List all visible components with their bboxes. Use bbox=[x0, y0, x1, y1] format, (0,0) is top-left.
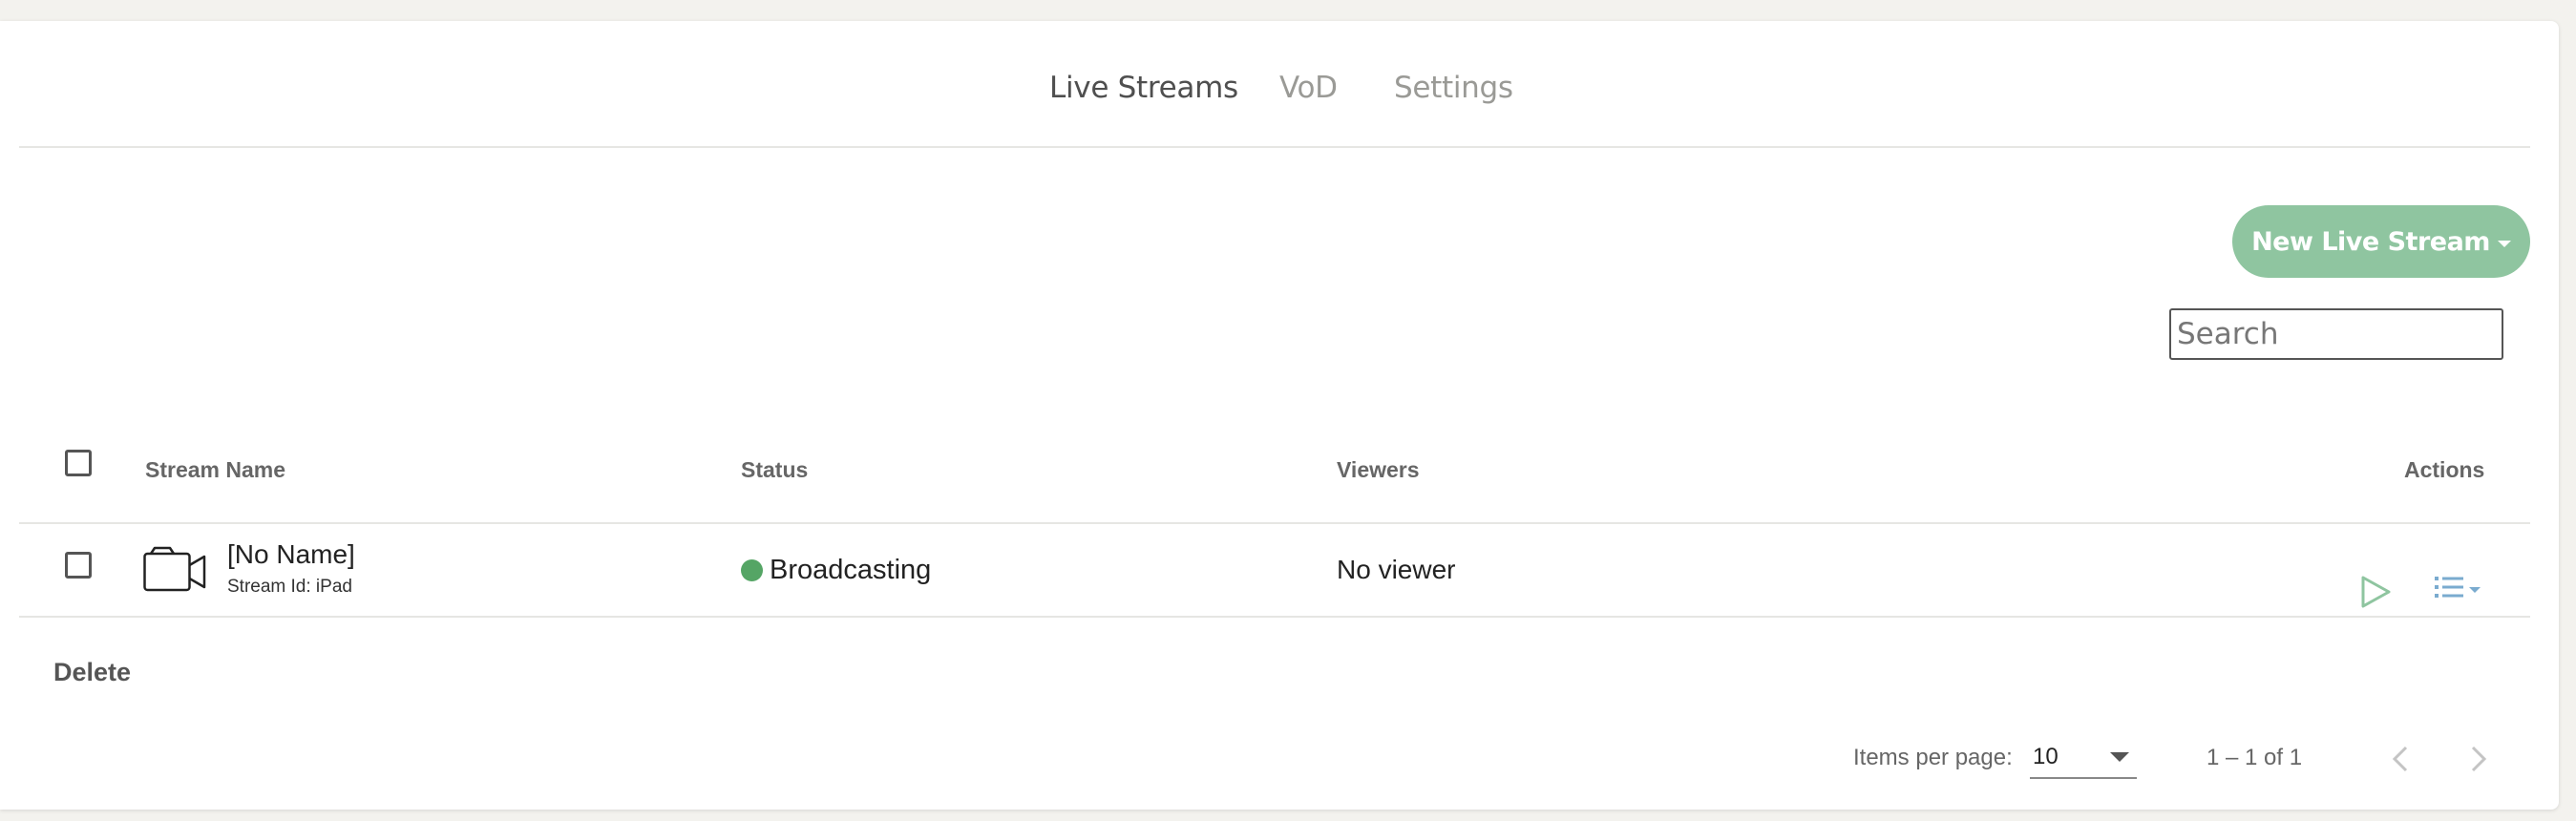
stream-name: [No Name] bbox=[227, 539, 355, 569]
select-all-checkbox[interactable] bbox=[65, 450, 92, 476]
new-live-stream-label: New Live Stream bbox=[2251, 226, 2490, 257]
viewers-count: No viewer bbox=[1337, 555, 1456, 584]
live-streams-card: Live Streams VoD Settings New Live Strea… bbox=[0, 21, 2559, 810]
tab-settings[interactable]: Settings bbox=[1394, 71, 1513, 105]
tab-live-streams[interactable]: Live Streams bbox=[1049, 71, 1238, 105]
column-header-stream-name: Stream Name bbox=[145, 457, 286, 482]
tabs-divider bbox=[19, 146, 2530, 148]
top-tabs: Live Streams VoD Settings bbox=[0, 21, 2559, 145]
chevron-right-icon[interactable] bbox=[2463, 740, 2492, 778]
items-per-page-label: Items per page: bbox=[1853, 745, 2013, 770]
items-per-page-select[interactable]: 10 bbox=[2030, 735, 2137, 779]
column-header-actions: Actions bbox=[2404, 457, 2485, 482]
pagination-range: 1 – 1 of 1 bbox=[2206, 745, 2303, 770]
video-camera-icon bbox=[143, 546, 206, 592]
items-per-page-value: 10 bbox=[2033, 744, 2059, 769]
caret-down-icon bbox=[2497, 240, 2511, 247]
chevron-left-icon[interactable] bbox=[2387, 740, 2416, 778]
status-indicator-icon bbox=[741, 559, 763, 581]
column-header-viewers: Viewers bbox=[1337, 457, 1420, 482]
new-live-stream-button[interactable]: New Live Stream bbox=[2232, 205, 2530, 278]
stream-id: Stream Id: iPad bbox=[227, 577, 352, 597]
status-text: Broadcasting bbox=[770, 555, 932, 585]
header-divider bbox=[19, 522, 2530, 524]
tab-vod[interactable]: VoD bbox=[1279, 71, 1338, 105]
row-divider bbox=[19, 616, 2530, 618]
play-icon[interactable] bbox=[2359, 575, 2392, 609]
delete-button[interactable]: Delete bbox=[53, 658, 131, 687]
search-input[interactable] bbox=[2169, 308, 2503, 360]
list-menu-icon[interactable] bbox=[2435, 575, 2488, 603]
row-checkbox[interactable] bbox=[65, 552, 92, 579]
dropdown-arrow-icon bbox=[2110, 752, 2129, 762]
column-header-status: Status bbox=[741, 457, 809, 482]
